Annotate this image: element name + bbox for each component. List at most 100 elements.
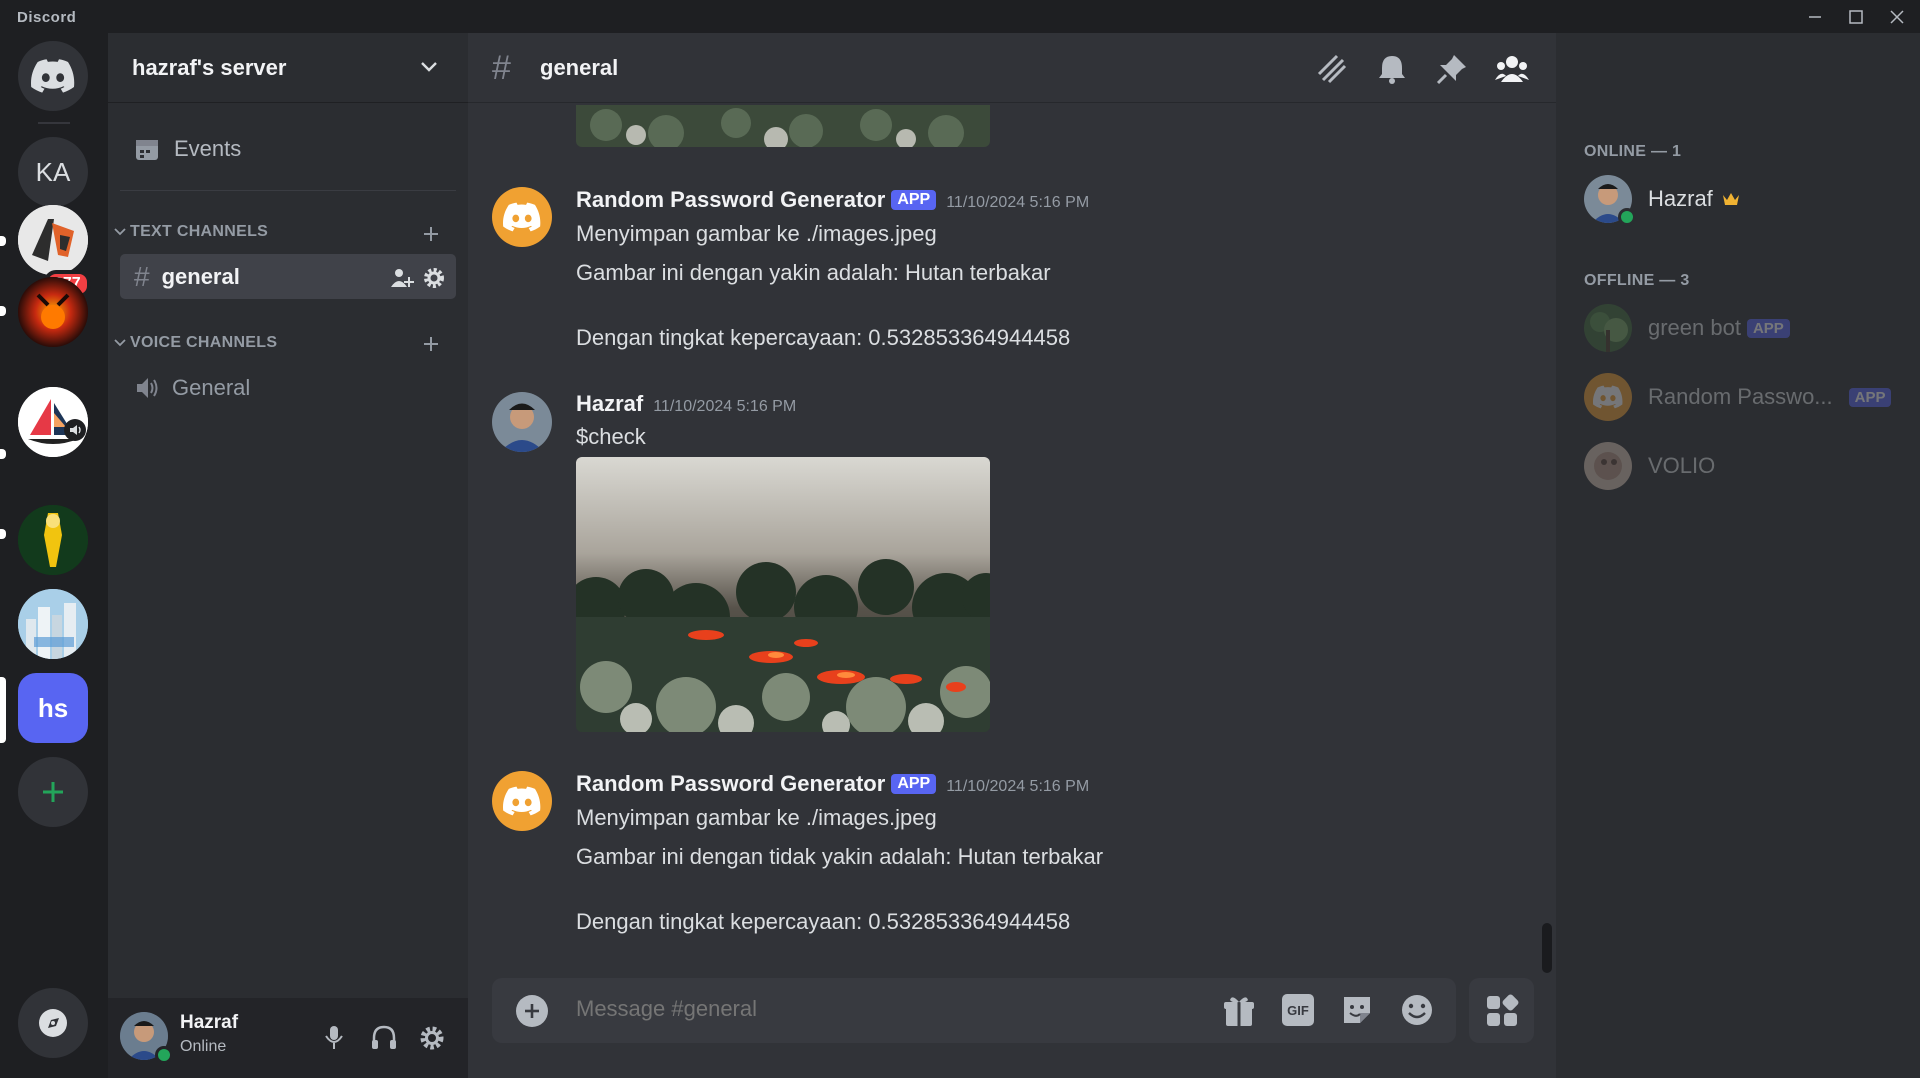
create-channel-plus-icon[interactable]: [422, 335, 440, 353]
avatar: [1584, 304, 1632, 352]
message-line: $check: [576, 424, 646, 449]
message-timestamp: 11/10/2024 5:16 PM: [946, 194, 1090, 211]
message-header: Random Password Generator APP 11/10/2024 5…: [576, 187, 1089, 213]
notification-settings-button[interactable]: [1374, 51, 1410, 87]
online-status-dot: [1618, 208, 1636, 226]
gift-icon[interactable]: [1222, 994, 1256, 1028]
guild-art-icon: [18, 505, 88, 575]
events-label: Events: [174, 135, 242, 161]
upload-plus-button[interactable]: [516, 995, 548, 1027]
message-line: Dengan tingkat kepercayaan: 0.5328533649…: [576, 909, 1071, 934]
forest-fire-image: [576, 105, 990, 147]
channel-sidebar: hazraf's server Events TEXT CHANNELS # g…: [108, 33, 468, 1078]
chevron-down-icon: [114, 228, 126, 236]
minimize-button[interactable]: [1795, 0, 1835, 33]
app-tag: APP: [1746, 318, 1790, 338]
channel-settings-gear-icon[interactable]: [422, 266, 446, 290]
member-list-button[interactable]: [1494, 51, 1530, 87]
message-header: Hazraf 11/10/2024 5:16 PM: [576, 391, 796, 417]
message-author[interactable]: Hazraf: [576, 391, 643, 416]
image-attachment[interactable]: [576, 457, 990, 732]
title-bar: Discord: [0, 0, 1920, 33]
discover-button[interactable]: [18, 988, 88, 1058]
close-icon: [1890, 9, 1904, 24]
member-item[interactable]: green bot APP: [1584, 303, 1790, 353]
user-panel: Hazraf Online: [108, 998, 468, 1078]
gif-picker-button[interactable]: GIF: [1282, 994, 1314, 1026]
member-name: green bot: [1648, 315, 1741, 340]
message-author[interactable]: Random Password Generator: [576, 771, 885, 796]
user-status: Online: [180, 1038, 227, 1055]
image-attachment[interactable]: [576, 105, 990, 147]
sticker-icon[interactable]: [1340, 993, 1374, 1027]
unread-pill: [0, 236, 6, 246]
channel-general[interactable]: # general: [120, 254, 456, 299]
add-server-button[interactable]: [18, 757, 88, 827]
guild-ka-label: KA: [35, 156, 71, 187]
message-line: Menyimpan gambar ke ./images.jpeg: [576, 221, 937, 246]
chat-area: # general ?: [468, 33, 1893, 1078]
apps-icon: [1486, 994, 1518, 1026]
discord-logo-icon: [31, 59, 75, 93]
events-button[interactable]: Events: [120, 126, 456, 171]
member-item[interactable]: VOLIO: [1584, 441, 1715, 491]
speaker-icon: [137, 377, 158, 398]
server-name: hazraf's server: [132, 55, 287, 80]
emoji-icon[interactable]: [1400, 993, 1434, 1027]
hash-icon: #: [134, 260, 150, 292]
user-settings-gear-icon[interactable]: [418, 1024, 446, 1052]
microphone-icon[interactable]: [322, 1024, 346, 1052]
guild-ka[interactable]: KA: [18, 137, 88, 207]
guild-icon-server-6[interactable]: [18, 589, 88, 659]
plus-icon: [43, 782, 63, 802]
threads-icon: [1317, 54, 1347, 84]
chevron-down-icon: [421, 62, 437, 72]
message-composer: GIF: [492, 978, 1456, 1043]
unread-pill: [0, 449, 6, 459]
guild-separator: [38, 122, 70, 124]
message-author[interactable]: Random Password Generator: [576, 187, 885, 212]
message-line: Dengan tingkat kepercayaan: 0.5328533649…: [576, 325, 1071, 350]
pin-icon: [1436, 55, 1466, 85]
member-item[interactable]: Hazraf: [1584, 174, 1741, 226]
gif-label: GIF: [1287, 1002, 1309, 1018]
pinned-messages-button[interactable]: [1434, 51, 1470, 87]
member-item[interactable]: Random Passwo... APP: [1584, 372, 1892, 422]
apps-button[interactable]: [1469, 978, 1534, 1043]
chat-scrollbar[interactable]: [1542, 923, 1552, 973]
guild-icon-server-2[interactable]: [18, 205, 88, 275]
category-label: VOICE CHANNELS: [130, 334, 278, 351]
voice-channel-general[interactable]: General: [120, 365, 456, 410]
avatar: [492, 392, 552, 452]
invite-people-icon[interactable]: [390, 267, 414, 289]
message-input[interactable]: [576, 996, 1176, 1022]
members-icon: [1495, 56, 1529, 82]
text-channels-category[interactable]: TEXT CHANNELS: [114, 223, 462, 241]
online-header: ONLINE — 1: [1584, 143, 1682, 160]
guild-hs[interactable]: hs: [18, 673, 88, 743]
minimize-icon: [1809, 15, 1821, 18]
guild-art-icon: [18, 277, 88, 347]
create-channel-plus-icon[interactable]: [422, 225, 440, 243]
user-name: Hazraf: [180, 1012, 239, 1033]
direct-messages-button[interactable]: [18, 41, 88, 111]
guild-icon-server-3[interactable]: [18, 277, 88, 347]
headphones-icon[interactable]: [370, 1024, 398, 1052]
bot-avatar[interactable]: [492, 187, 552, 247]
voice-channels-category[interactable]: VOICE CHANNELS: [114, 334, 462, 352]
active-server-pill: [0, 677, 6, 743]
server-header[interactable]: hazraf's server: [108, 33, 468, 103]
hash-icon: #: [492, 49, 511, 87]
bell-icon: [1379, 56, 1405, 84]
bot-avatar[interactable]: [492, 771, 552, 831]
close-button[interactable]: [1877, 0, 1917, 33]
channel-name: General: [172, 374, 251, 400]
threads-button[interactable]: [1314, 51, 1350, 87]
unread-pill: [0, 306, 6, 316]
user-avatar[interactable]: [492, 392, 552, 452]
maximize-button[interactable]: [1836, 0, 1876, 33]
message-line: Menyimpan gambar ke ./images.jpeg: [576, 805, 937, 830]
unread-pill: [0, 529, 6, 539]
guild-icon-server-5[interactable]: [18, 505, 88, 575]
message-header: Random Password Generator APP 11/10/2024 5…: [576, 771, 1089, 797]
